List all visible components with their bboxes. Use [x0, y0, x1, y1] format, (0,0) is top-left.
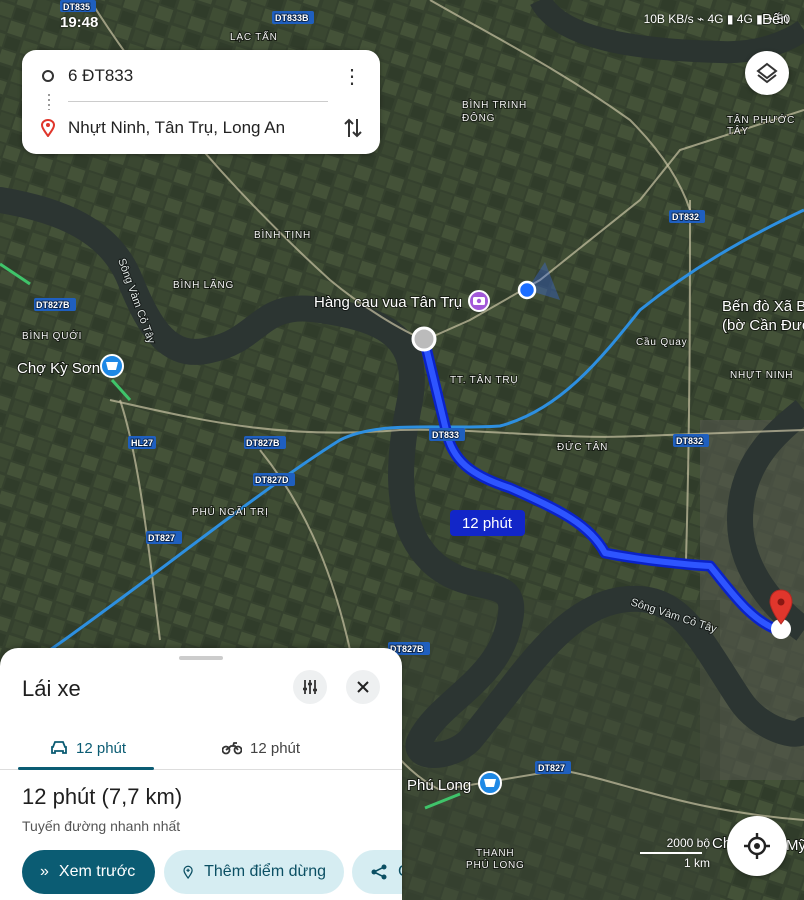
tab-motorbike[interactable]: 12 phút — [222, 726, 300, 770]
route-time-label: 12 phút — [462, 515, 513, 532]
destination-row[interactable]: Nhựt Ninh, Tân Trụ, Long An — [22, 108, 380, 148]
map-label-place: THANH — [476, 848, 514, 859]
map-label-place: TÂN PHƯỚC — [727, 113, 795, 126]
share-label: C — [398, 863, 402, 881]
layers-button[interactable] — [745, 51, 789, 95]
map-label-road: DT827 — [148, 533, 175, 543]
shopping-poi-icon-2 — [478, 771, 502, 795]
route-options-button[interactable] — [293, 670, 327, 704]
motorbike-icon — [222, 742, 242, 755]
tab-car[interactable]: 12 phút — [50, 726, 126, 770]
map-label-place: BÌNH TRINH — [462, 98, 527, 111]
map-label-place: ĐỨC TÂN — [557, 440, 608, 453]
route-description: Tuyến đường nhanh nhất — [22, 818, 181, 834]
status-indicators: 10B KB/s ⌁ 4G ▮ 4G ▮ ◔ 50 — [643, 12, 790, 26]
map-label-place: NHỰT NINH — [730, 370, 793, 381]
scale-top-label: 2000 bộ — [666, 836, 710, 850]
map-label-poi[interactable]: Hàng cau vua Tân Trụ — [313, 293, 463, 312]
map-label-poi[interactable]: Bến đò Xã B — [721, 297, 804, 316]
map-label-place: BÌNH LÃNG — [173, 278, 234, 291]
map-label-place: BÌNH TỊNH — [254, 228, 311, 241]
map-label-place: LẠC TẤN — [230, 30, 278, 43]
tab-motorbike-label: 12 phút — [250, 739, 301, 757]
my-location-dot — [517, 280, 537, 300]
map-label-place: TT. TÂN TRỤ — [450, 373, 518, 386]
add-stop-label: Thêm điểm dừng — [204, 863, 326, 880]
map-label-road: DT835 — [63, 2, 90, 12]
map-label-road: DT832 — [672, 212, 699, 222]
map-label-road: DT833B — [275, 13, 309, 23]
map-label-place: PHÚ LONG — [466, 858, 525, 871]
origin-row[interactable]: 6 ĐT833 ⋮ — [22, 56, 380, 96]
tab-car-label: 12 phút — [76, 739, 127, 757]
map-label-road: DT833 — [432, 430, 459, 440]
map-label-road: DT827B — [246, 438, 280, 448]
more-options-icon[interactable]: ⋮ — [342, 64, 362, 88]
map-label-place: ĐÔNG — [462, 111, 495, 124]
close-icon — [357, 681, 369, 693]
origin-marker — [411, 326, 437, 352]
directions-sheet: Lái xe 12 phút 12 phút 12 phút (7,7 km) … — [0, 648, 402, 900]
close-button[interactable] — [346, 670, 380, 704]
preview-button[interactable]: » Xem trước — [22, 850, 155, 894]
location-pin-icon — [40, 119, 56, 137]
map-scale: 2000 bộ 1 km — [640, 836, 720, 870]
map-label-poi[interactable]: Phú Long — [406, 776, 472, 795]
share-icon — [371, 864, 387, 880]
travel-mode-tabs: 12 phút 12 phút — [0, 726, 402, 770]
map-label-road: DT827B — [36, 300, 70, 310]
camera-poi-icon — [468, 290, 490, 312]
tune-icon — [303, 680, 317, 694]
directions-card: 6 ĐT833 ⋮ Nhựt Ninh, Tân Trụ, Long An — [22, 50, 380, 154]
sheet-title: Lái xe — [22, 676, 81, 701]
swap-icon[interactable] — [340, 115, 366, 141]
map-label-place: BÌNH QUỚI — [22, 329, 82, 342]
origin-icon — [42, 70, 54, 82]
drag-handle[interactable] — [179, 656, 223, 660]
map-label-poi[interactable]: Mỹ — [785, 836, 804, 855]
map-label-poi[interactable]: (bờ Cần Đướ — [721, 316, 804, 335]
add-location-icon — [183, 865, 193, 880]
field-divider — [68, 101, 328, 102]
my-location-button[interactable] — [727, 816, 787, 876]
crosshair-icon — [744, 833, 770, 859]
layers-icon — [756, 62, 778, 84]
share-button[interactable]: C — [352, 850, 402, 894]
map-label-road: DT832 — [676, 436, 703, 446]
status-time: 19:48 — [60, 14, 99, 31]
map-label-road: HL27 — [131, 438, 153, 448]
scale-bottom-label: 1 km — [683, 856, 710, 870]
add-stop-button[interactable]: Thêm điểm dừng — [164, 850, 344, 894]
shopping-poi-icon — [100, 354, 124, 378]
double-chevron-icon: » — [40, 863, 49, 880]
map-label-place: PHÚ NGÃI TRỊ — [192, 505, 269, 518]
destination-field[interactable]: Nhựt Ninh, Tân Trụ, Long An — [68, 118, 285, 138]
map-label-road: DT827 — [538, 763, 565, 773]
scale-bar — [640, 852, 702, 854]
preview-label: Xem trước — [58, 863, 136, 880]
map-label-place: TÂY — [727, 124, 749, 137]
route-duration: 12 phút (7,7 km) — [22, 784, 183, 809]
map-label-place: Cầu Quay — [636, 336, 687, 348]
map-label-road: DT827D — [255, 475, 289, 485]
active-tab-indicator — [18, 767, 154, 770]
origin-field[interactable]: 6 ĐT833 — [68, 66, 133, 86]
car-icon — [51, 741, 67, 754]
map-label-poi[interactable]: Chợ Kỳ Sơn — [16, 359, 101, 378]
